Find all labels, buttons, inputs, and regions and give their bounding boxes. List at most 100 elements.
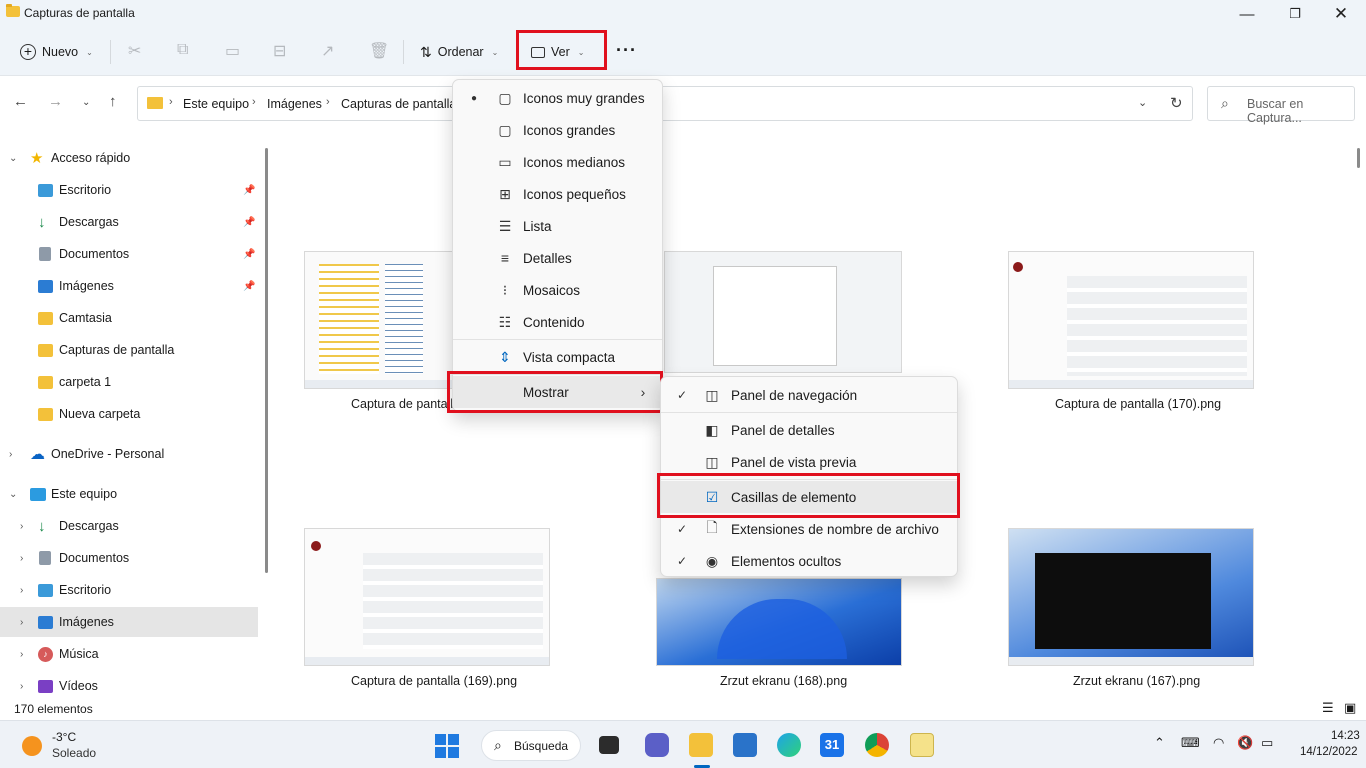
rename-icon[interactable]: ⊟	[273, 41, 286, 61]
copy-icon[interactable]: ⧉	[177, 41, 188, 59]
edge-icon[interactable]	[777, 733, 801, 757]
chat-icon[interactable]	[645, 733, 669, 757]
file-thumbnail[interactable]	[1008, 251, 1254, 389]
sidebar-item-camtasia[interactable]: Camtasia	[0, 303, 258, 333]
sidebar-item-pc-pictures[interactable]: › Imágenes	[0, 607, 258, 637]
pin-icon[interactable]: 📌	[243, 281, 255, 292]
menu-item-medium-icons[interactable]: ▭ Iconos medianos	[453, 146, 662, 178]
pin-icon[interactable]: 📌	[243, 217, 255, 228]
thumbnail-detail	[319, 264, 379, 374]
menu-item-compact-view[interactable]: ⇕ Vista compacta	[453, 341, 662, 373]
details-view-icon[interactable]: ☰	[1322, 700, 1334, 716]
maximize-button[interactable]: ❐	[1272, 0, 1318, 28]
back-arrow-icon[interactable]: ←	[13, 93, 28, 110]
desktop-icon	[38, 583, 53, 597]
more-options-button[interactable]: ···	[616, 40, 637, 61]
sidebar-item-pc-downloads[interactable]: › ↓ Descargas	[0, 511, 258, 541]
sidebar-item-onedrive[interactable]: › ☁ OneDrive - Personal	[0, 439, 258, 469]
address-bar[interactable]: › Este equipo › Imágenes › Capturas de p…	[137, 86, 1193, 121]
search-box[interactable]: ⌕ Buscar en Captura...	[1207, 86, 1355, 125]
breadcrumb-images[interactable]: Imágenes	[267, 97, 322, 111]
weather-description[interactable]: Soleado	[52, 746, 96, 760]
sidebar-item-folder-1[interactable]: carpeta 1	[0, 367, 258, 397]
file-name[interactable]: Zrzut ekranu (167).png	[1073, 674, 1200, 688]
start-button[interactable]	[435, 734, 459, 758]
sidebar-item-quick-access[interactable]: ⌄ ★ Acceso rápido	[0, 143, 258, 173]
highlight-box	[516, 30, 607, 70]
calendar-icon[interactable]: 31	[820, 733, 844, 757]
file-explorer-icon[interactable]	[689, 733, 713, 757]
battery-icon[interactable]: ▭	[1261, 735, 1273, 751]
sidebar-item-pictures[interactable]: Imágenes 📌	[0, 271, 258, 301]
notepad-icon[interactable]	[910, 733, 934, 757]
chevron-down-icon: ⌄	[86, 47, 93, 57]
delete-icon[interactable]: 🗑	[369, 41, 389, 61]
file-thumbnail[interactable]	[664, 251, 902, 373]
navigation-pane: ⌄ ★ Acceso rápido Escritorio 📌 ↓ Descarg…	[0, 140, 262, 696]
paste-icon[interactable]: ▭	[225, 41, 240, 61]
menu-item-label: Extensiones de nombre de archivo	[731, 521, 939, 537]
file-name[interactable]: Captura de pantalla	[351, 397, 460, 411]
plus-icon: +	[20, 44, 36, 60]
file-name[interactable]: Captura de pantalla (170).png	[1055, 397, 1221, 411]
menu-item-small-icons[interactable]: ⊞ Iconos pequeños	[453, 178, 662, 210]
forward-arrow-icon[interactable]: →	[48, 93, 63, 110]
menu-item-label: Vista compacta	[523, 349, 616, 365]
sidebar-item-documents[interactable]: Documentos 📌	[0, 239, 258, 269]
clock-time[interactable]: 14:23	[1331, 730, 1360, 742]
menu-item-details-pane[interactable]: ◧ Panel de detalles	[661, 414, 957, 446]
menu-item-navigation-pane[interactable]: ✓ ◫ Panel de navegación	[661, 379, 957, 411]
folder-icon	[38, 343, 53, 357]
sidebar-scrollbar[interactable]	[265, 148, 268, 573]
file-name[interactable]: Captura de pantalla (169).png	[351, 674, 517, 688]
refresh-icon[interactable]: ↻	[1170, 94, 1183, 112]
navigation-pane-icon: ◫	[705, 386, 719, 403]
menu-item-hidden-items[interactable]: ✓ ◉ Elementos ocultos	[661, 545, 957, 577]
clock-date[interactable]: 14/12/2022	[1300, 746, 1358, 758]
sidebar-item-downloads[interactable]: ↓ Descargas 📌	[0, 207, 258, 237]
sidebar-item-screenshots[interactable]: Capturas de pantalla	[0, 335, 258, 365]
volume-mute-icon[interactable]: 🔇	[1237, 735, 1253, 751]
taskbar-search[interactable]: ⌕ Búsqueda	[481, 730, 581, 761]
recent-chevron-icon[interactable]: ⌄	[82, 97, 90, 108]
share-icon[interactable]: ↗	[321, 41, 334, 61]
menu-item-extra-large-icons[interactable]: ● ▢ Iconos muy grandes	[453, 82, 662, 114]
file-thumbnail[interactable]	[656, 578, 902, 666]
menu-item-list[interactable]: ☰ Lista	[453, 210, 662, 242]
sort-button[interactable]: ⇅ Ordenar ⌄	[420, 37, 498, 67]
thumbnail-view-icon[interactable]: ▣	[1344, 700, 1356, 716]
up-arrow-icon[interactable]: ↑	[109, 93, 117, 110]
breadcrumb-screenshots[interactable]: Capturas de pantalla	[341, 97, 456, 111]
address-dropdown-icon[interactable]: ⌄	[1138, 96, 1147, 109]
cut-icon[interactable]: ✂	[128, 41, 141, 61]
keyboard-icon[interactable]: ⌨	[1181, 735, 1200, 751]
sort-label: Ordenar	[437, 45, 484, 59]
minimize-button[interactable]: —	[1224, 0, 1270, 28]
chrome-icon[interactable]	[865, 733, 889, 757]
wifi-icon[interactable]: ◠	[1213, 735, 1224, 751]
pin-icon[interactable]: 📌	[243, 249, 255, 260]
sidebar-item-new-folder[interactable]: Nueva carpeta	[0, 399, 258, 429]
file-thumbnail[interactable]	[1008, 528, 1254, 666]
weather-sun-icon[interactable]	[22, 736, 42, 756]
store-icon[interactable]	[733, 733, 757, 757]
close-button[interactable]: ✕	[1318, 0, 1364, 28]
content-scrollbar[interactable]	[1357, 148, 1360, 168]
menu-item-content[interactable]: ☷ Contenido	[453, 306, 662, 338]
menu-item-tiles[interactable]: ⁝ Mosaicos	[453, 274, 662, 306]
breadcrumb-this-pc[interactable]: Este equipo	[183, 97, 249, 111]
weather-temperature[interactable]: -3°C	[52, 730, 76, 744]
sidebar-item-pc-desktop[interactable]: › Escritorio	[0, 575, 258, 605]
sidebar-item-pc-music[interactable]: › ♪ Música	[0, 639, 258, 669]
menu-item-details[interactable]: ≡ Detalles	[453, 242, 662, 274]
pin-icon[interactable]: 📌	[243, 185, 255, 196]
sidebar-item-pc-documents[interactable]: › Documentos	[0, 543, 258, 573]
new-button[interactable]: + Nuevo ⌄	[20, 37, 93, 67]
menu-item-large-icons[interactable]: ▢ Iconos grandes	[453, 114, 662, 146]
file-name[interactable]: Zrzut ekranu (168).png	[720, 674, 847, 688]
file-thumbnail[interactable]	[304, 528, 550, 666]
sidebar-item-desktop[interactable]: Escritorio 📌	[0, 175, 258, 205]
sidebar-item-this-pc[interactable]: ⌄ Este equipo	[0, 479, 258, 509]
tray-chevron-up-icon[interactable]: ⌃	[1154, 735, 1165, 751]
task-view-icon[interactable]	[599, 736, 619, 754]
